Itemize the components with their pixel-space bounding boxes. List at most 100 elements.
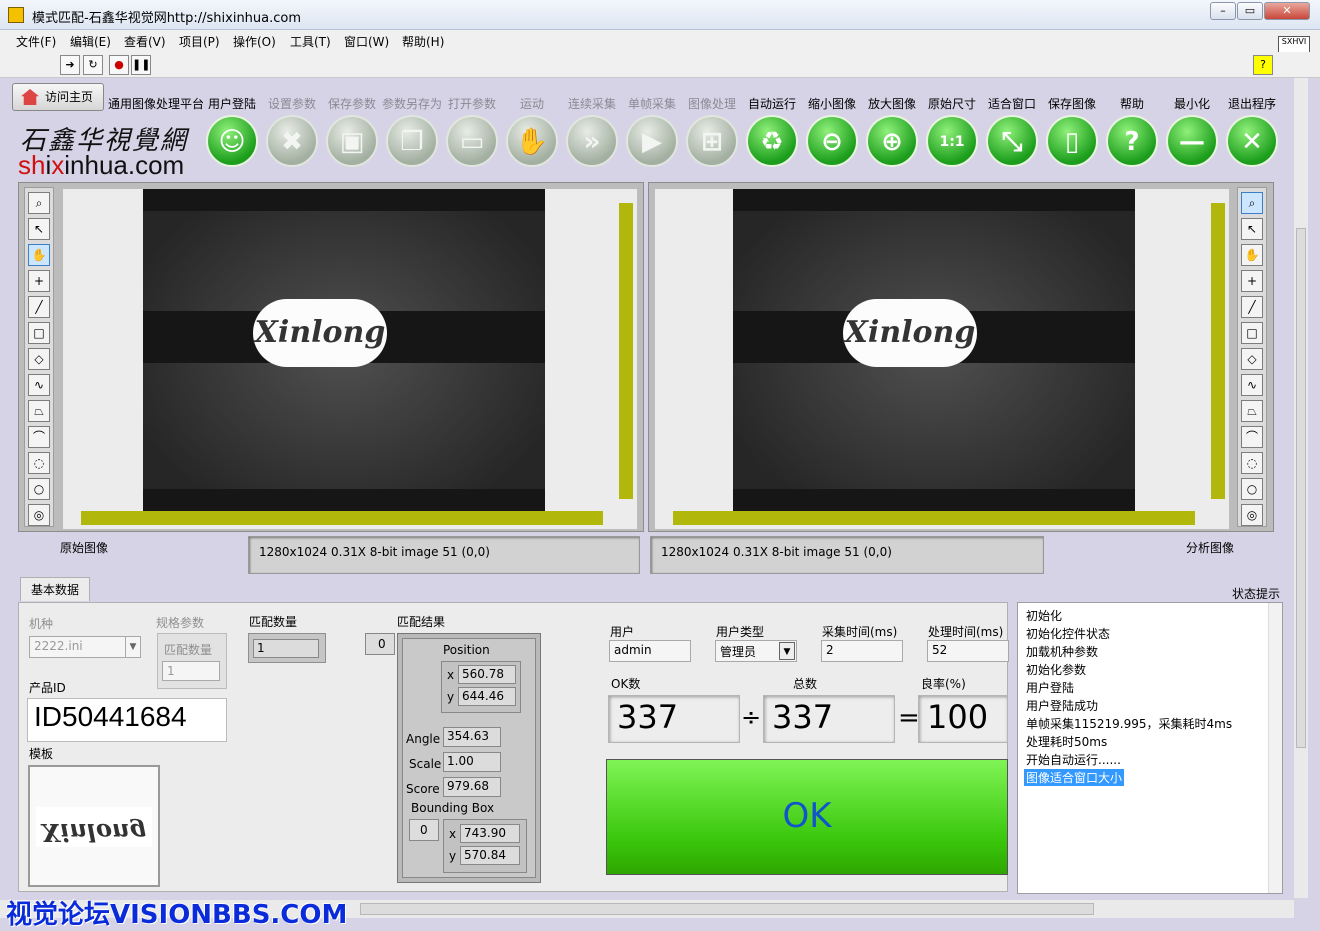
left-image: Xinlong	[143, 189, 545, 511]
maximize-window-button[interactable]: ▭	[1237, 2, 1263, 20]
scale-value: 1.00	[443, 752, 501, 772]
right-vertical-scrollbar[interactable]	[1211, 203, 1225, 499]
right-image-display[interactable]: Xinlong	[655, 189, 1229, 529]
rotated-rect-tool-icon[interactable]: ◇	[28, 348, 50, 370]
status-line[interactable]: 用户登陆成功	[1026, 697, 1098, 714]
pointer-tool-icon[interactable]: ↖	[1241, 218, 1263, 240]
chevron-down-icon[interactable]: ▼	[125, 637, 140, 657]
status-scrollbar[interactable]	[1268, 603, 1282, 893]
folder-icon[interactable]: ▭	[446, 115, 498, 167]
help-icon[interactable]: ?	[1106, 115, 1158, 167]
run-continuous-icon[interactable]: ↻	[83, 55, 103, 75]
context-help-icon[interactable]: ?	[1253, 55, 1273, 75]
status-line[interactable]: 初始化参数	[1026, 661, 1086, 678]
play-icon[interactable]: ▶	[626, 115, 678, 167]
rectangle-tool-icon[interactable]: □	[28, 322, 50, 344]
line-tool-icon[interactable]: ╱	[28, 296, 50, 318]
bounding-box-label: Bounding Box	[411, 801, 495, 815]
bounding-box-index[interactable]: 0	[409, 819, 439, 841]
menu-window[interactable]: 窗口(W)	[344, 33, 389, 50]
freehand-line-tool-icon[interactable]: ⌒	[1241, 426, 1263, 448]
status-line[interactable]: 处理耗时50ms	[1026, 733, 1107, 750]
toolbar-label-zoom-1to1: 原始尺寸	[927, 97, 976, 111]
zoom-fit-icon[interactable]: ⤡	[986, 115, 1038, 167]
floppy-icon[interactable]: ▣	[326, 115, 378, 167]
status-line[interactable]: 图像适合窗口大小	[1024, 769, 1125, 786]
polyline-tool-icon[interactable]: ∿	[1241, 374, 1263, 396]
rectangle-tool-icon[interactable]: □	[1241, 322, 1263, 344]
match-count-frame: 1	[248, 633, 326, 663]
toolbar-label-save-image: 保存图像	[1047, 97, 1096, 111]
zoom-out-icon[interactable]: ⊖	[806, 115, 858, 167]
status-line[interactable]: 用户登陆	[1026, 679, 1074, 696]
home-button[interactable]: 访问主页	[12, 83, 104, 111]
status-line[interactable]: 开始自动运行......	[1026, 751, 1121, 768]
point-tool-icon[interactable]: +	[1241, 270, 1263, 292]
status-line[interactable]: 加载机种参数	[1026, 643, 1098, 660]
menu-edit[interactable]: 编辑(E)	[70, 33, 111, 50]
window-vertical-scrollbar[interactable]	[1294, 78, 1308, 898]
position-y-label: y	[447, 690, 455, 704]
tab-basic-data[interactable]: 基本数据	[20, 577, 91, 601]
close-icon[interactable]: ✕	[1226, 115, 1278, 167]
polygon-tool-icon[interactable]: ⏢	[28, 400, 50, 422]
hand-icon[interactable]: ✋	[506, 115, 558, 167]
capture-time-field: 2	[821, 640, 903, 662]
user-icon[interactable]: ☺	[206, 115, 258, 167]
status-line[interactable]: 单帧采集115219.995，采集耗时4ms	[1026, 715, 1232, 732]
pause-icon[interactable]: ❚❚	[131, 55, 151, 75]
run-arrow-icon[interactable]: ➜	[60, 55, 80, 75]
match-result-label: 匹配结果	[397, 615, 446, 629]
recycle-icon[interactable]: ♻	[746, 115, 798, 167]
minus-icon[interactable]: —	[1166, 115, 1218, 167]
polygon-tool-icon[interactable]: ⏢	[1241, 400, 1263, 422]
line-tool-icon[interactable]: ╱	[1241, 296, 1263, 318]
menu-help[interactable]: 帮助(H)	[402, 33, 444, 50]
polyline-tool-icon[interactable]: ∿	[28, 374, 50, 396]
freehand-region-tool-icon[interactable]: ◌	[1241, 452, 1263, 474]
zoom-tool-icon[interactable]: ⌕	[28, 192, 50, 214]
pointer-tool-icon[interactable]: ↖	[28, 218, 50, 240]
copy-doc-icon[interactable]: ❐	[386, 115, 438, 167]
menu-tools[interactable]: 工具(T)	[290, 33, 331, 50]
window-hscroll-thumb[interactable]	[360, 903, 1094, 915]
status-line[interactable]: 初始化控件状态	[1026, 625, 1110, 642]
rotated-rect-tool-icon[interactable]: ◇	[1241, 348, 1263, 370]
close-window-button[interactable]: ✕	[1264, 2, 1310, 20]
status-list[interactable]: 初始化 初始化控件状态 加载机种参数 初始化参数 用户登陆 用户登陆成功 单帧采集11521…	[1017, 602, 1283, 894]
window-vscroll-thumb[interactable]	[1296, 228, 1306, 748]
fast-forward-icon[interactable]: »	[566, 115, 618, 167]
tools-icon[interactable]: ✖	[266, 115, 318, 167]
left-horizontal-scrollbar[interactable]	[81, 511, 603, 525]
window-title: 模式匹配-石鑫华视觉网http://shixinhua.com	[32, 11, 302, 26]
zoom-in-icon[interactable]: ⊕	[866, 115, 918, 167]
zoom-tool-icon[interactable]: ⌕	[1241, 192, 1263, 214]
abort-icon[interactable]: ●	[109, 55, 129, 75]
annulus-tool-icon[interactable]: ◎	[28, 504, 50, 526]
oval-tool-icon[interactable]: ○	[28, 478, 50, 500]
oval-tool-icon[interactable]: ○	[1241, 478, 1263, 500]
spec-match-count[interactable]: 1	[162, 661, 220, 681]
match-result-index[interactable]: 0	[365, 633, 395, 655]
menu-operate[interactable]: 操作(O)	[233, 33, 276, 50]
annulus-tool-icon[interactable]: ◎	[1241, 504, 1263, 526]
point-tool-icon[interactable]: +	[28, 270, 50, 292]
left-image-display[interactable]: Xinlong	[63, 189, 637, 529]
yield-label: 良率(%)	[921, 677, 966, 691]
freehand-region-tool-icon[interactable]: ◌	[28, 452, 50, 474]
pan-tool-icon[interactable]: ✋	[1241, 244, 1263, 266]
freehand-line-tool-icon[interactable]: ⌒	[28, 426, 50, 448]
bbox-x-label: x	[449, 827, 457, 841]
menu-view[interactable]: 查看(V)	[124, 33, 166, 50]
zoom-1to1-icon[interactable]: 1:1	[926, 115, 978, 167]
chevron-down-icon[interactable]: ▼	[779, 642, 795, 660]
save-image-icon[interactable]: ▯	[1046, 115, 1098, 167]
windows-icon[interactable]: ⊞	[686, 115, 738, 167]
minimize-window-button[interactable]: –	[1210, 2, 1236, 20]
left-vertical-scrollbar[interactable]	[619, 203, 633, 499]
status-line[interactable]: 初始化	[1026, 607, 1062, 624]
pan-tool-icon[interactable]: ✋	[28, 244, 50, 266]
menu-project[interactable]: 项目(P)	[179, 33, 220, 50]
menu-file[interactable]: 文件(F)	[16, 33, 56, 50]
right-horizontal-scrollbar[interactable]	[673, 511, 1195, 525]
